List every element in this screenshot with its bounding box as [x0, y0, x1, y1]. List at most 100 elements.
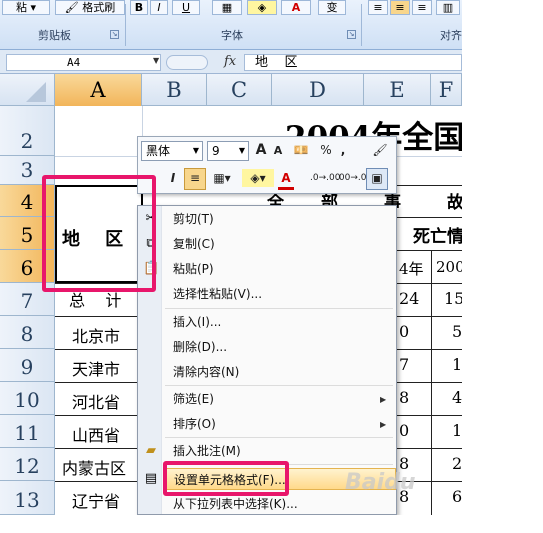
fill-color-button[interactable]: ◈ [247, 0, 277, 15]
font-color-button[interactable]: A [281, 0, 311, 15]
shrink-font-button[interactable]: A [271, 142, 285, 160]
menu-item-filter[interactable]: 筛选(E) [163, 388, 396, 410]
page-margin [462, 0, 543, 533]
menu-item-copy[interactable]: 复制(C) [163, 233, 396, 255]
column-header-d[interactable]: D [272, 74, 364, 106]
menu-item-insert-comment[interactable]: 插入批注(M) [163, 440, 396, 462]
merge-button[interactable]: ▥ [436, 0, 460, 15]
format-painter-button[interactable]: 🖌 [370, 141, 390, 159]
font-name-box[interactable]: 黑体 ▼ [141, 141, 203, 161]
row-header-13[interactable]: 13 [0, 481, 55, 515]
fill-bucket-icon: ◈▾ [250, 171, 266, 185]
menu-item-sort[interactable]: 排序(O) [163, 413, 396, 435]
font-size-value: 9 [212, 144, 220, 158]
increase-decimal-button[interactable]: .0→.00 [310, 169, 340, 187]
page-margin [0, 515, 543, 533]
fill-color-button[interactable]: ◈▾ [242, 169, 274, 187]
bold-button[interactable]: B [130, 0, 148, 15]
paste-button[interactable]: 粘 ▾ [2, 0, 50, 15]
value-cell[interactable]: 6 [452, 487, 462, 506]
align-center-button[interactable]: ≡ [390, 0, 410, 15]
table-border [55, 415, 142, 416]
name-box[interactable]: A4 [6, 54, 161, 71]
column-header-b[interactable]: B [142, 74, 207, 106]
value-cell[interactable]: 5 [452, 322, 462, 341]
italic-button[interactable]: I [150, 0, 168, 15]
formula-bar-expand-control[interactable] [166, 55, 208, 70]
grow-font-button[interactable]: A [253, 141, 269, 159]
font-color-button[interactable]: A [278, 169, 294, 190]
annotation-box-format-cells [163, 461, 289, 496]
region-cell[interactable]: 河北省 [72, 389, 120, 413]
region-cell[interactable]: 辽宁省 [72, 488, 120, 512]
table-border [397, 316, 462, 317]
row-header-11[interactable]: 11 [0, 415, 55, 448]
clipboard-launcher-icon[interactable]: ↘ [110, 30, 119, 39]
group-separator [361, 4, 362, 46]
phonetic-button[interactable]: 变 [318, 0, 346, 15]
menu-item-insert[interactable]: 插入(I)... [163, 311, 396, 333]
value-cell[interactable]: 0 [399, 421, 409, 440]
menu-item-paste-special[interactable]: 选择性粘贴(V)... [163, 283, 396, 305]
column-header-f[interactable]: F [431, 74, 462, 106]
row-header-12[interactable]: 12 [0, 448, 55, 481]
clipboard-group-label: 剪贴板 [38, 29, 71, 42]
comment-icon: ▰ [146, 443, 156, 458]
column-header-a[interactable]: A [55, 74, 142, 106]
value-cell[interactable]: 24 [399, 289, 419, 308]
align-left-button[interactable]: ≡ [368, 0, 388, 15]
formula-input[interactable]: 地 区 [244, 54, 462, 71]
menu-item-pick-from-list[interactable]: 从下拉列表中选择(K)... [163, 493, 396, 515]
table-border [397, 217, 462, 218]
header-cell-year-2: 200 [436, 258, 465, 276]
table-border [55, 316, 142, 317]
font-size-box[interactable]: 9 ▼ [207, 141, 249, 161]
menu-item-clear-contents[interactable]: 清除内容(N) [163, 361, 396, 383]
menu-item-cut[interactable]: 剪切(T) [163, 208, 396, 230]
value-cell[interactable]: 2 [452, 454, 462, 473]
row-header-2[interactable]: 2 [0, 106, 55, 156]
borders-icon: ▦ [221, 1, 233, 14]
region-cell[interactable]: 北京市 [72, 323, 120, 347]
column-header-c[interactable]: C [207, 74, 272, 106]
value-cell[interactable]: 4 [452, 388, 462, 407]
name-box-dropdown-icon[interactable]: ▼ [153, 56, 159, 65]
underline-button[interactable]: U [172, 0, 200, 15]
font-launcher-icon[interactable]: ↘ [347, 30, 356, 39]
align-right-button[interactable]: ≡ [412, 0, 432, 15]
font-name-value: 黑体 [146, 144, 171, 158]
baidu-watermark: Baidu [345, 470, 416, 495]
row-header-8[interactable]: 8 [0, 316, 55, 349]
italic-button[interactable]: I [166, 169, 180, 187]
value-cell[interactable]: 1 [452, 421, 462, 440]
row-header-9[interactable]: 9 [0, 349, 55, 382]
merge-center-button[interactable]: ▣ [366, 168, 388, 190]
select-all-corner[interactable] [0, 74, 55, 106]
column-header-e[interactable]: E [364, 74, 431, 106]
chevron-down-icon: ▼ [238, 146, 245, 155]
menu-item-delete[interactable]: 删除(D)... [163, 336, 396, 358]
center-button[interactable]: ≡ [184, 168, 206, 190]
table-border [397, 250, 462, 251]
region-cell[interactable]: 天津市 [72, 356, 120, 380]
comma-button[interactable]: , [336, 141, 350, 159]
value-cell[interactable]: 7 [399, 355, 409, 374]
region-cell[interactable]: 山西省 [72, 422, 120, 446]
value-cell[interactable]: 0 [399, 322, 409, 341]
value-cell[interactable]: 8 [399, 388, 409, 407]
borders-button[interactable]: ▦▾ [208, 169, 236, 187]
table-border [397, 448, 462, 449]
percent-button[interactable]: % [318, 141, 334, 159]
format-painter-button[interactable]: 🖌 格式刷 [55, 0, 125, 15]
row-header-10[interactable]: 10 [0, 382, 55, 415]
table-border [397, 415, 462, 416]
region-cell[interactable]: 内蒙古区 [62, 455, 126, 479]
menu-item-paste[interactable]: 粘贴(P) [163, 258, 396, 280]
submenu-arrow-icon: ▶ [380, 395, 387, 404]
insert-function-icon[interactable]: fx [224, 54, 236, 69]
borders-button[interactable]: ▦ [212, 0, 242, 15]
table-border [55, 349, 142, 350]
value-cell[interactable]: 1 [452, 355, 462, 374]
decrease-decimal-button[interactable]: .00→.0 [336, 169, 366, 187]
accounting-format-button[interactable]: 💴 [288, 141, 314, 159]
